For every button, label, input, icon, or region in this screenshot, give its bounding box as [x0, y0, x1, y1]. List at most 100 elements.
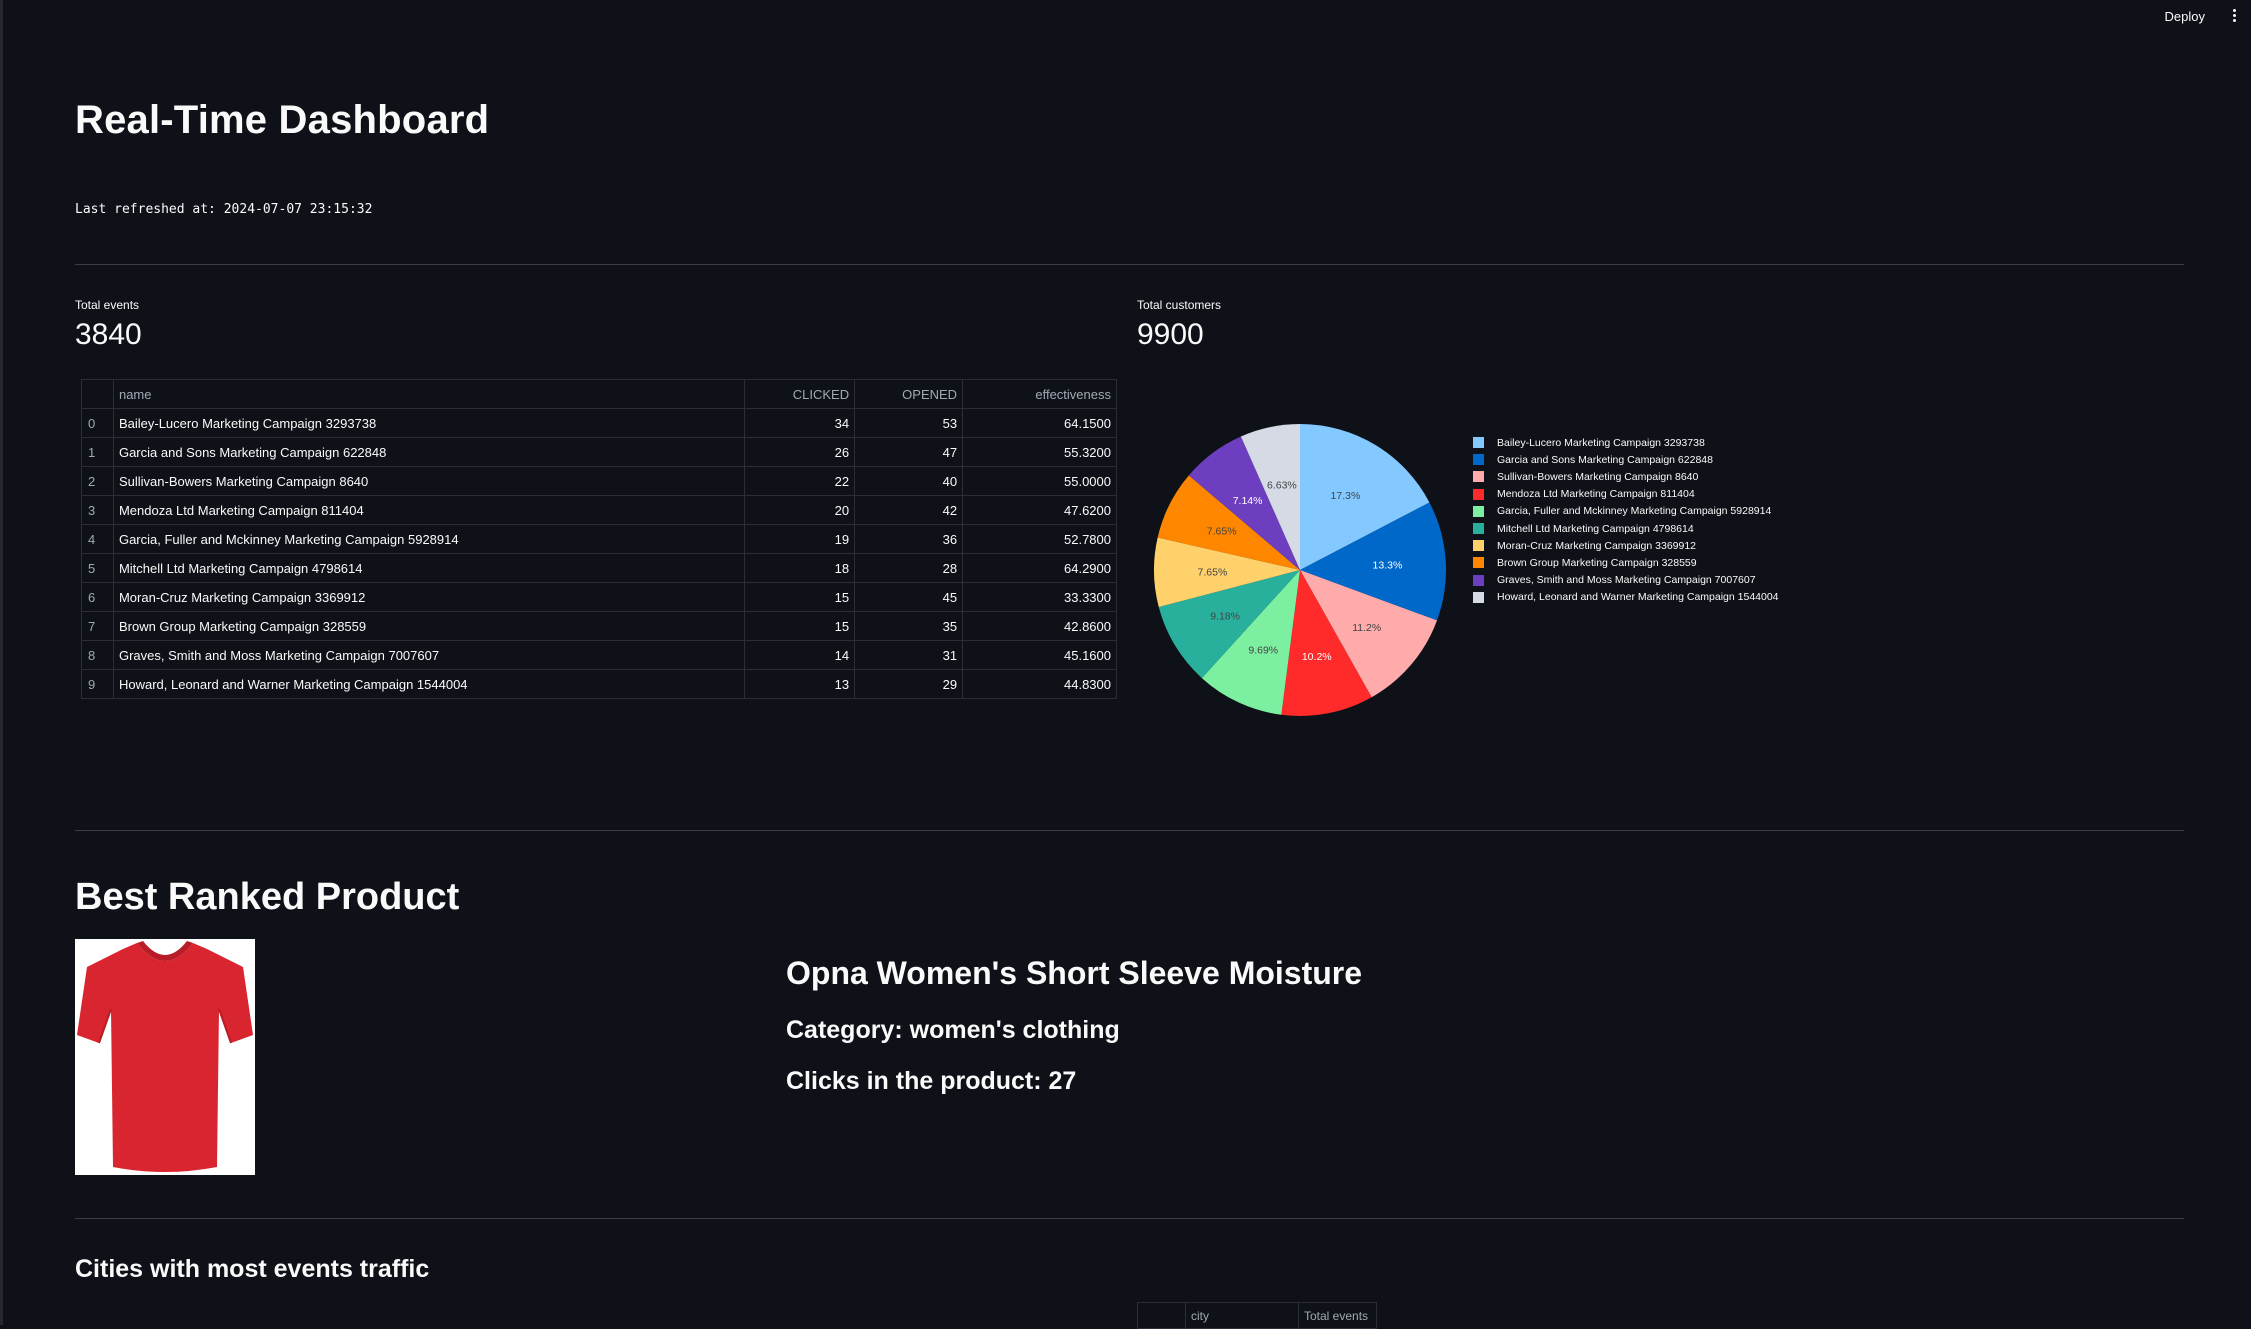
table-cell[interactable]: 29 — [854, 669, 964, 699]
table-row[interactable]: 4 Garcia, Fuller and Mckinney Marketing C… — [81, 524, 1117, 554]
legend-item[interactable]: Sullivan-Bowers Marketing Campaign 8640 — [1473, 468, 1779, 485]
last-refreshed-text: Last refreshed at: 2024-07-07 23:15:32 — [75, 202, 372, 217]
table-cell[interactable]: 45.1600 — [962, 640, 1117, 670]
table-cell[interactable]: Bailey-Lucero Marketing Campaign 3293738 — [112, 408, 746, 438]
table-cell[interactable]: Moran-Cruz Marketing Campaign 3369912 — [112, 582, 746, 612]
legend-item[interactable]: Howard, Leonard and Warner Marketing Cam… — [1473, 589, 1779, 606]
table-cell[interactable]: 31 — [854, 640, 964, 670]
legend-item[interactable]: Mitchell Ltd Marketing Campaign 4798614 — [1473, 520, 1779, 537]
table-cell[interactable]: Garcia, Fuller and Mckinney Marketing Ca… — [112, 524, 746, 554]
row-index[interactable]: 8 — [81, 640, 114, 670]
row-index[interactable]: 3 — [81, 495, 114, 525]
divider — [75, 264, 2184, 265]
refresh-label: Last refreshed at: — [75, 202, 216, 217]
pie-legend: Bailey-Lucero Marketing Campaign 3293738… — [1473, 434, 1779, 606]
campaign-table[interactable]: name CLICKED OPENED effectiveness 0 Baile… — [81, 379, 1117, 699]
table-cell[interactable]: 36 — [854, 524, 964, 554]
cities-title: Cities with most events traffic — [75, 1255, 430, 1283]
table-cell[interactable]: Sullivan-Bowers Marketing Campaign 8640 — [112, 466, 746, 496]
vertical-dots-icon[interactable] — [2227, 7, 2241, 27]
legend-swatch — [1473, 471, 1484, 483]
pie-slice-label: 13.3% — [1373, 559, 1403, 571]
row-index[interactable]: 9 — [81, 669, 114, 699]
legend-swatch — [1473, 574, 1484, 586]
table-cell[interactable]: 53 — [854, 408, 964, 438]
table-cell[interactable]: 52.7800 — [962, 524, 1117, 554]
row-index[interactable]: 6 — [81, 582, 114, 612]
table-cell[interactable]: 13 — [744, 669, 856, 699]
table-cell[interactable]: 20 — [744, 495, 856, 525]
total-customers-value: 9900 — [1137, 318, 1204, 351]
column-header[interactable] — [81, 379, 114, 409]
table-cell[interactable]: 64.2900 — [962, 553, 1117, 583]
table-row[interactable]: 8 Graves, Smith and Moss Marketing Campai… — [81, 640, 1117, 670]
table-cell[interactable]: 55.3200 — [962, 437, 1117, 467]
table-cell[interactable]: 40 — [854, 466, 964, 496]
table-cell[interactable]: 15 — [744, 611, 856, 641]
table-cell[interactable]: 45 — [854, 582, 964, 612]
row-index[interactable]: 5 — [81, 553, 114, 583]
legend-item[interactable]: Brown Group Marketing Campaign 328559 — [1473, 554, 1779, 571]
pie-slice-label: 6.63% — [1267, 479, 1297, 491]
column-header[interactable]: CLICKED — [744, 379, 856, 409]
table-cell[interactable]: 26 — [744, 437, 856, 467]
total-events-label: Total events — [75, 298, 140, 312]
table-cell[interactable]: 64.1500 — [962, 408, 1117, 438]
pie-slice-label: 7.14% — [1233, 495, 1263, 507]
table-row[interactable]: 6 Moran-Cruz Marketing Campaign 3369912 15… — [81, 582, 1117, 612]
table-cell[interactable]: Mendoza Ltd Marketing Campaign 811404 — [112, 495, 746, 525]
table-cell[interactable]: 14 — [744, 640, 856, 670]
legend-label: Garcia, Fuller and Mckinney Marketing Ca… — [1497, 505, 1772, 518]
table-cell[interactable]: 44.8300 — [962, 669, 1117, 699]
legend-label: Mendoza Ltd Marketing Campaign 811404 — [1497, 488, 1695, 501]
table-cell[interactable]: 22 — [744, 466, 856, 496]
table-row[interactable]: 0 Bailey-Lucero Marketing Campaign 329373… — [81, 408, 1117, 438]
table-cell[interactable]: Brown Group Marketing Campaign 328559 — [112, 611, 746, 641]
table-cell[interactable]: Howard, Leonard and Warner Marketing Cam… — [112, 669, 746, 699]
row-index[interactable]: 0 — [81, 408, 114, 438]
row-index[interactable]: 4 — [81, 524, 114, 554]
table-cell[interactable]: 35 — [854, 611, 964, 641]
table-row[interactable]: 9 Howard, Leonard and Warner Marketing Ca… — [81, 669, 1117, 699]
table-cell[interactable]: Graves, Smith and Moss Marketing Campaig… — [112, 640, 746, 670]
legend-item[interactable]: Mendoza Ltd Marketing Campaign 811404 — [1473, 486, 1779, 503]
table-cell[interactable]: 34 — [744, 408, 856, 438]
row-index[interactable]: 1 — [81, 437, 114, 467]
legend-item[interactable]: Bailey-Lucero Marketing Campaign 3293738 — [1473, 434, 1779, 451]
table-cell[interactable]: 33.3300 — [962, 582, 1117, 612]
table-cell[interactable]: 15 — [744, 582, 856, 612]
column-header[interactable]: effectiveness — [962, 379, 1117, 409]
legend-item[interactable]: Garcia, Fuller and Mckinney Marketing Ca… — [1473, 503, 1779, 520]
pie-slice-label: 11.2% — [1352, 622, 1381, 634]
table-cell[interactable]: 55.0000 — [962, 466, 1117, 496]
table-cell[interactable]: 18 — [744, 553, 856, 583]
table-cell[interactable]: Mitchell Ltd Marketing Campaign 4798614 — [112, 553, 746, 583]
pie-slice-label: 17.3% — [1331, 490, 1361, 502]
table-row[interactable]: 3 Mendoza Ltd Marketing Campaign 811404 20… — [81, 495, 1117, 525]
legend-label: Howard, Leonard and Warner Marketing Cam… — [1497, 591, 1779, 604]
table-cell[interactable]: Garcia and Sons Marketing Campaign 62284… — [112, 437, 746, 467]
column-header[interactable]: OPENED — [854, 379, 964, 409]
legend-item[interactable]: Moran-Cruz Marketing Campaign 3369912 — [1473, 537, 1779, 554]
table-cell[interactable]: 42.8600 — [962, 611, 1117, 641]
legend-swatch — [1473, 454, 1484, 466]
legend-label: Bailey-Lucero Marketing Campaign 3293738 — [1497, 436, 1705, 449]
deploy-button[interactable]: Deploy — [2165, 9, 2205, 24]
legend-label: Moran-Cruz Marketing Campaign 3369912 — [1497, 539, 1697, 552]
table-row[interactable]: 2 Sullivan-Bowers Marketing Campaign 8640… — [81, 466, 1117, 496]
table-row[interactable]: 7 Brown Group Marketing Campaign 328559 15… — [81, 611, 1117, 641]
table-cell[interactable]: 47.6200 — [962, 495, 1117, 525]
legend-item[interactable]: Graves, Smith and Moss Marketing Campaig… — [1473, 572, 1779, 589]
table-cell[interactable]: 42 — [854, 495, 964, 525]
table-cell[interactable]: 47 — [854, 437, 964, 467]
row-index[interactable]: 7 — [81, 611, 114, 641]
table-cell[interactable]: 28 — [854, 553, 964, 583]
row-index[interactable]: 2 — [81, 466, 114, 496]
legend-item[interactable]: Garcia and Sons Marketing Campaign 62284… — [1473, 451, 1779, 468]
table-row[interactable]: 1 Garcia and Sons Marketing Campaign 6228… — [81, 437, 1117, 467]
column-header[interactable]: name — [112, 379, 746, 409]
legend-swatch — [1473, 488, 1484, 500]
legend-swatch — [1473, 591, 1484, 603]
table-row[interactable]: 5 Mitchell Ltd Marketing Campaign 4798614… — [81, 553, 1117, 583]
table-cell[interactable]: 19 — [744, 524, 856, 554]
